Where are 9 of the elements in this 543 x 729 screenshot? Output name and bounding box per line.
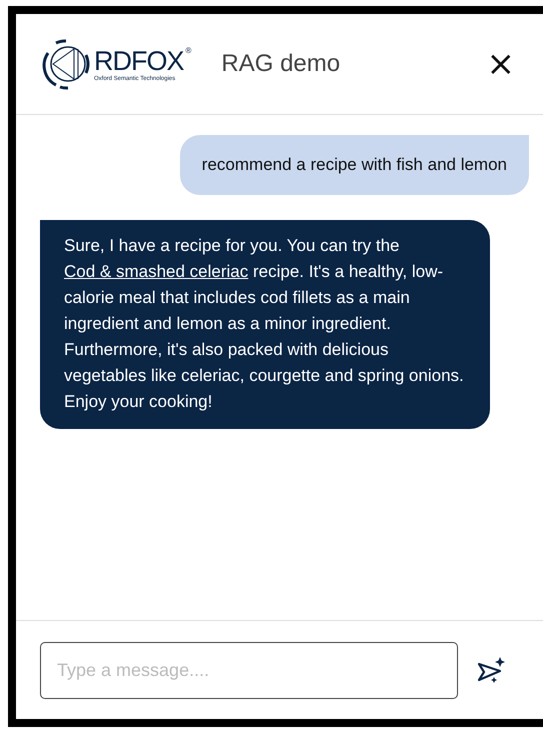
- logo-icon: [42, 37, 92, 91]
- assistant-message: Sure, I have a recipe for you. You can try the Cod & smashed celeriac recipe. It's a healthy, low-calorie meal that includes cod fillets as a main ingredient and lemon as a minor ingredient. Furthermore, it's also packed with delicious vegetables like celeriac, courgette and spring onions. Enjoy your cooking!: [40, 220, 490, 429]
- user-message: recommend a recipe with fish and lemon: [180, 135, 529, 195]
- close-button[interactable]: ×: [482, 47, 519, 81]
- message-input[interactable]: Type a message....: [40, 642, 458, 698]
- logo-wordmark: RDFOX: [94, 46, 184, 76]
- registered-mark: ®: [186, 46, 192, 55]
- chat-title: RAG demo: [221, 50, 342, 78]
- recipe-link[interactable]: Cod & smashed celeriac: [64, 262, 248, 281]
